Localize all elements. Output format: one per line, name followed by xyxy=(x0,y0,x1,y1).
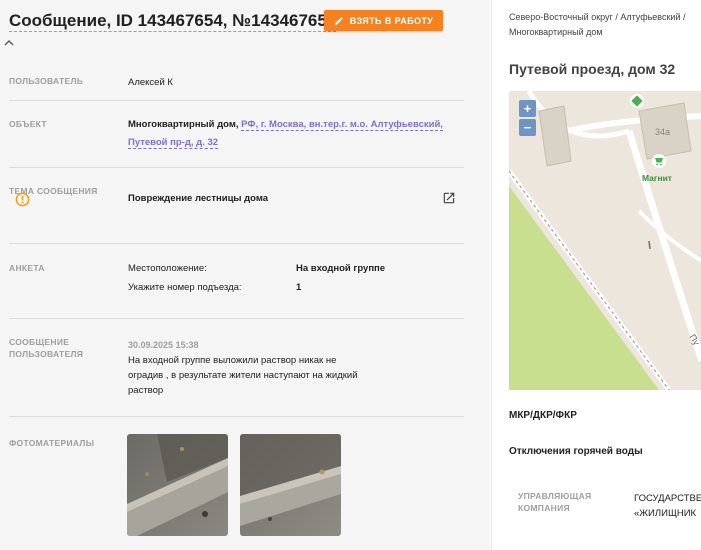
object-value: Многоквартирный дом, РФ, г. Москва, вн.т… xyxy=(128,116,443,152)
object-type: Многоквартирный дом, xyxy=(128,119,239,130)
message-text: На входной группе выложили раствор никак… xyxy=(128,355,358,396)
take-to-work-label: ВЗЯТЬ В РАБОТУ xyxy=(349,15,434,26)
message-label: СООБЩЕНИЕ ПОЛЬЗОВАТЕЛЯ xyxy=(9,336,83,360)
survey-question-location: Местоположение: xyxy=(128,263,207,274)
management-company-label-line2: КОМПАНИЯ xyxy=(518,503,570,513)
photo-thumbnail-2[interactable] xyxy=(240,434,341,536)
survey-row: АНКЕТА Местоположение: На входной группе… xyxy=(9,244,464,319)
object-address-title: Путевой проезд, дом 32 xyxy=(509,61,676,77)
mkr-section-title[interactable]: МКР/ДКР/ФКР xyxy=(509,410,577,421)
map-marker-icon[interactable] xyxy=(630,94,644,108)
breadcrumb-current: Многоквартирный дом xyxy=(509,27,603,37)
survey-answer-entrance: 1 xyxy=(296,282,302,293)
user-row: ПОЛЬЗОВАТЕЛЬ Алексей К xyxy=(9,68,464,101)
map-zoom-out-button[interactable]: − xyxy=(519,119,536,136)
survey-label: АНКЕТА xyxy=(9,263,45,273)
survey-answer-location: На входной группе xyxy=(296,263,386,274)
external-link-icon[interactable] xyxy=(442,191,456,205)
topic-row: ТЕМА СООБЩЕНИЯ Повреждение лестницы дома xyxy=(9,168,464,244)
map-zoom-in-button[interactable]: + xyxy=(519,100,536,117)
message-panel: Сообщение, ID 143467654, №143467654 ВЗЯТ… xyxy=(0,0,490,550)
breadcrumb: Северо-Восточный округ / Алтуфьевский / … xyxy=(509,10,701,40)
map-shop-label: Магнит xyxy=(642,173,672,183)
message-date: 30.09.2025 15:38 xyxy=(128,340,199,350)
map[interactable]: 34а Магнит Пу + − xyxy=(509,91,701,390)
management-company-label-line1: УПРАВЛЯЮЩАЯ xyxy=(518,491,592,501)
photos-label: ФОТОМАТЕРИАЛЫ xyxy=(9,438,95,448)
message-label-line1: СООБЩЕНИЕ xyxy=(9,337,70,347)
photo-thumbnail-1[interactable] xyxy=(127,434,228,536)
management-company-value-line1: ГОСУДАРСТВЕ xyxy=(634,493,701,504)
survey-question-entrance: Укажите номер подъезда: xyxy=(128,282,242,293)
message-label-line2: ПОЛЬЗОВАТЕЛЯ xyxy=(9,349,84,359)
page-title: Сообщение, ID 143467654, №143467654 xyxy=(9,11,337,32)
shop-cart-icon[interactable] xyxy=(652,154,666,168)
management-company-value-line2: «ЖИЛИЩНИК xyxy=(634,508,697,519)
object-info-panel: Северо-Восточный округ / Алтуфьевский / … xyxy=(491,0,701,550)
user-value: Алексей К xyxy=(128,77,173,88)
object-address-link-line2[interactable]: Путевой пр-д, д. 32 xyxy=(128,137,219,149)
pencil-icon xyxy=(334,16,343,25)
management-company-label: УПРАВЛЯЮЩАЯ КОМПАНИЯ xyxy=(518,490,591,514)
breadcrumb-path[interactable]: Северо-Восточный округ / Алтуфьевский / xyxy=(509,12,685,22)
warning-circle-icon xyxy=(15,192,30,207)
chevron-up-icon[interactable] xyxy=(3,38,15,48)
object-row: ОБЪЕКТ Многоквартирный дом, РФ, г. Москв… xyxy=(9,101,464,168)
message-row: СООБЩЕНИЕ ПОЛЬЗОВАТЕЛЯ 30.09.2025 15:38 … xyxy=(9,319,464,417)
map-building-number: 34а xyxy=(655,127,670,137)
management-company-value: ГОСУДАРСТВЕ «ЖИЛИЩНИК xyxy=(634,491,701,521)
hot-water-section-title[interactable]: Отключения горячей воды xyxy=(509,446,643,457)
object-label: ОБЪЕКТ xyxy=(9,119,47,129)
take-to-work-button[interactable]: ВЗЯТЬ В РАБОТУ xyxy=(324,10,443,31)
map-canvas: 34а Магнит Пу xyxy=(509,91,701,390)
user-label: ПОЛЬЗОВАТЕЛЬ xyxy=(9,76,84,86)
object-address-link[interactable]: РФ, г. Москва, вн.тер.г. м.о. Алтуфьевск… xyxy=(241,119,443,131)
topic-value: Повреждение лестницы дома xyxy=(128,193,269,204)
